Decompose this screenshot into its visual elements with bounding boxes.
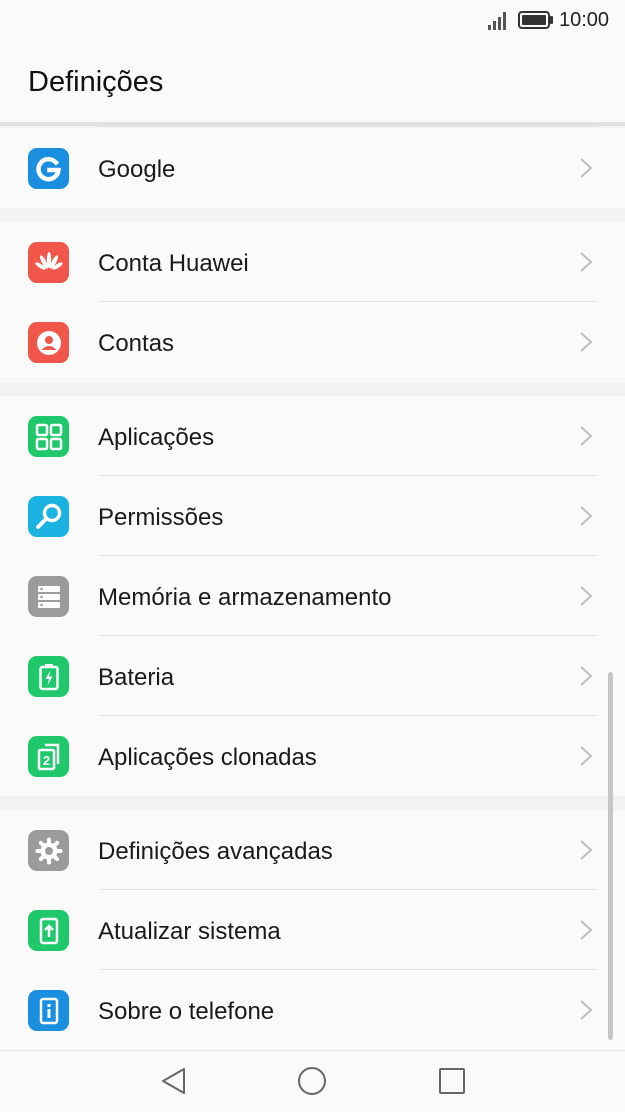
home-icon[interactable] bbox=[297, 1066, 327, 1096]
app-header: Definições bbox=[0, 44, 625, 123]
settings-item-about-phone[interactable]: Sobre o telefone bbox=[0, 970, 625, 1050]
settings-item-label: Memória e armazenamento bbox=[98, 584, 392, 611]
info-icon bbox=[28, 990, 69, 1031]
back-icon[interactable] bbox=[159, 1066, 189, 1096]
huawei-icon bbox=[28, 242, 69, 283]
settings-item-storage[interactable]: Memória e armazenamento bbox=[0, 556, 625, 636]
chevron-right-icon bbox=[580, 666, 593, 686]
battery-icon bbox=[518, 11, 553, 29]
settings-item-label: Bateria bbox=[98, 664, 175, 691]
divider bbox=[98, 126, 597, 127]
chevron-right-icon bbox=[580, 586, 593, 606]
settings-item-label: Google bbox=[98, 156, 176, 183]
svg-text:2: 2 bbox=[42, 753, 49, 768]
update-icon bbox=[28, 910, 69, 951]
chevron-right-icon bbox=[580, 426, 593, 446]
status-bar: 10:00 bbox=[0, 0, 625, 44]
settings-item-google[interactable]: Google bbox=[0, 128, 625, 208]
settings-item-label: Definições avançadas bbox=[98, 838, 333, 865]
chevron-right-icon bbox=[580, 506, 593, 526]
key-icon bbox=[28, 496, 69, 537]
chevron-right-icon bbox=[580, 840, 593, 860]
chevron-right-icon bbox=[580, 158, 593, 178]
settings-item-label: Aplicações bbox=[98, 424, 215, 451]
settings-item-huawei-account[interactable]: Conta Huawei bbox=[0, 222, 625, 302]
settings-item-accounts[interactable]: Contas bbox=[0, 302, 625, 382]
settings-item-label: Contas bbox=[98, 330, 175, 357]
settings-group-apps: Aplicações Permissões Memória e armazena… bbox=[0, 396, 625, 796]
settings-item-system-update[interactable]: Atualizar sistema bbox=[0, 890, 625, 970]
page-title: Definições bbox=[28, 66, 164, 98]
signal-icon bbox=[488, 12, 506, 30]
settings-item-advanced-settings[interactable]: Definições avançadas bbox=[0, 810, 625, 890]
chevron-right-icon bbox=[580, 252, 593, 272]
clone-icon: 2 bbox=[28, 736, 69, 777]
settings-group-accounts: Conta Huawei Contas bbox=[0, 222, 625, 383]
scrollbar[interactable] bbox=[608, 672, 613, 1040]
storage-icon bbox=[28, 576, 69, 617]
settings-item-label: Sobre o telefone bbox=[98, 998, 275, 1025]
google-icon bbox=[28, 148, 69, 189]
account-icon bbox=[28, 322, 69, 363]
chevron-right-icon bbox=[580, 920, 593, 940]
settings-item-label: Conta Huawei bbox=[98, 250, 249, 277]
settings-item-label: Permissões bbox=[98, 504, 224, 531]
settings-item-permissions[interactable]: Permissões bbox=[0, 476, 625, 556]
apps-icon bbox=[28, 416, 69, 457]
battery-settings-icon bbox=[28, 656, 69, 697]
settings-group-google: Google bbox=[0, 126, 625, 208]
chevron-right-icon bbox=[580, 1000, 593, 1020]
settings-item-label: Atualizar sistema bbox=[98, 918, 281, 945]
settings-item-apps[interactable]: Aplicações bbox=[0, 396, 625, 476]
settings-item-label: Aplicações clonadas bbox=[98, 744, 317, 771]
settings-item-battery[interactable]: Bateria bbox=[0, 636, 625, 716]
settings-group-system: Definições avançadas Atualizar sistema S… bbox=[0, 810, 625, 1050]
chevron-right-icon bbox=[580, 332, 593, 352]
navigation-bar bbox=[0, 1050, 625, 1112]
chevron-right-icon bbox=[580, 746, 593, 766]
settings-item-cloned-apps[interactable]: 2 Aplicações clonadas bbox=[0, 716, 625, 796]
status-time: 10:00 bbox=[559, 9, 610, 31]
settings-list[interactable]: Google Conta Huawei Contas Aplicações Pe… bbox=[0, 126, 625, 1050]
gear-icon bbox=[28, 830, 69, 871]
recents-icon[interactable] bbox=[437, 1066, 467, 1096]
